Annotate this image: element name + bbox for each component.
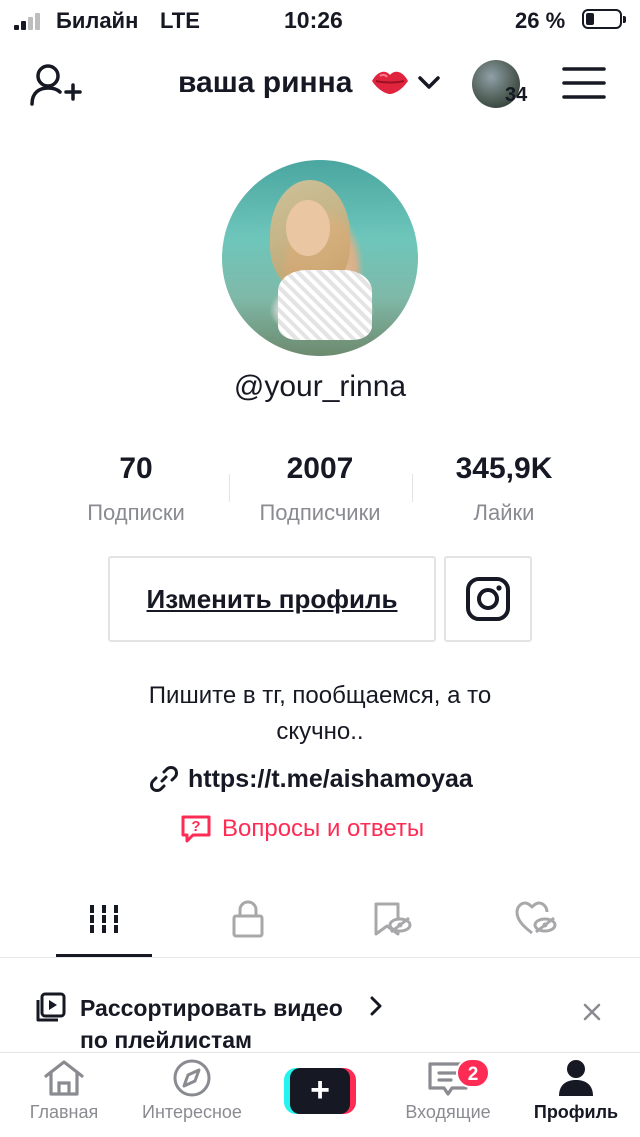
question-bubble-icon: ? <box>181 815 211 843</box>
liked-hidden-icon <box>515 901 557 935</box>
nav-discover-label: Интересное <box>142 1102 242 1122</box>
followers-label: Подписчики <box>259 500 381 525</box>
add-friend-button[interactable] <box>30 62 82 108</box>
tab-liked[interactable] <box>488 894 584 944</box>
tab-videos[interactable] <box>56 894 152 944</box>
qa-text: Вопросы и ответы <box>222 815 425 842</box>
nav-home-label: Главная <box>29 1102 99 1122</box>
tab-saved[interactable] <box>344 894 440 944</box>
profile-link[interactable]: https://t.me/aishamoyaa <box>150 762 473 796</box>
link-text: https://t.me/aishamoyaa <box>188 764 473 793</box>
lock-icon <box>232 900 264 938</box>
profile-handle: @your_rinna <box>233 370 407 403</box>
add-user-icon <box>30 64 82 106</box>
playlist-text[interactable]: Рассортировать видео по плейлистам <box>80 992 343 1056</box>
svg-text:?: ? <box>191 818 200 835</box>
clock: 10:26 <box>284 7 343 33</box>
bio-line: скучно.. <box>276 718 364 745</box>
playlist-line: Рассортировать видео <box>80 995 343 1021</box>
following-label: Подписки <box>87 500 185 525</box>
plus-icon: + <box>290 1068 350 1114</box>
friends-count: 34 <box>505 84 528 106</box>
instagram-button[interactable] <box>444 556 532 642</box>
profile-icon <box>559 1060 593 1096</box>
create-button[interactable]: + <box>284 1068 356 1114</box>
inbox-badge: 2 <box>456 1058 490 1088</box>
tab-private[interactable] <box>200 894 296 944</box>
followers-stat[interactable]: 2007 Подписчики <box>220 452 420 526</box>
likes-count: 345,9K <box>455 452 553 485</box>
likes-stat[interactable]: 345,9K Лайки <box>404 452 604 526</box>
chevron-down-icon[interactable] <box>416 70 442 96</box>
home-icon <box>44 1060 84 1096</box>
instagram-icon <box>466 577 510 621</box>
nav-inbox-label: Входящие <box>405 1102 491 1122</box>
battery-percent: 26 % <box>515 8 566 33</box>
following-stat[interactable]: 70 Подписки <box>36 452 236 526</box>
status-bar: Билайн LTE 10:26 26 % <box>0 0 640 40</box>
network-type: LTE <box>160 8 200 33</box>
menu-button[interactable] <box>562 66 606 100</box>
lips-icon <box>370 64 410 98</box>
compass-icon <box>173 1059 211 1097</box>
videos-grid-icon <box>90 905 118 933</box>
saved-hidden-icon <box>374 902 412 936</box>
qa-link[interactable]: ? Вопросы и ответы <box>180 812 424 846</box>
nav-inbox[interactable]: Входящие <box>384 1058 512 1136</box>
followers-count: 2007 <box>286 452 354 485</box>
nav-profile[interactable]: Профиль <box>512 1058 640 1136</box>
nav-profile-label: Профиль <box>533 1102 619 1122</box>
edit-profile-button[interactable]: Изменить профиль <box>108 556 436 642</box>
playlist-icon <box>34 992 66 1024</box>
carrier-name: Билайн <box>56 8 139 33</box>
nav-discover[interactable]: Интересное <box>128 1058 256 1136</box>
chevron-right-icon[interactable] <box>368 994 384 1024</box>
close-icon <box>583 1003 601 1021</box>
profile-name-title[interactable]: ваша ринна <box>178 66 352 100</box>
following-count: 70 <box>119 452 153 485</box>
link-icon <box>150 766 178 792</box>
profile-bio: Пишите в тг, пообщаемся, а то скучно.. <box>60 678 580 750</box>
hamburger-icon <box>562 67 606 99</box>
close-banner-button[interactable] <box>578 998 606 1026</box>
battery-icon <box>582 9 626 29</box>
nav-home[interactable]: Главная <box>0 1058 128 1136</box>
bio-line: Пишите в тг, пообщаемся, а то <box>148 682 492 709</box>
signal-icon <box>14 12 48 30</box>
profile-avatar[interactable] <box>222 160 418 356</box>
likes-label: Лайки <box>473 500 535 525</box>
